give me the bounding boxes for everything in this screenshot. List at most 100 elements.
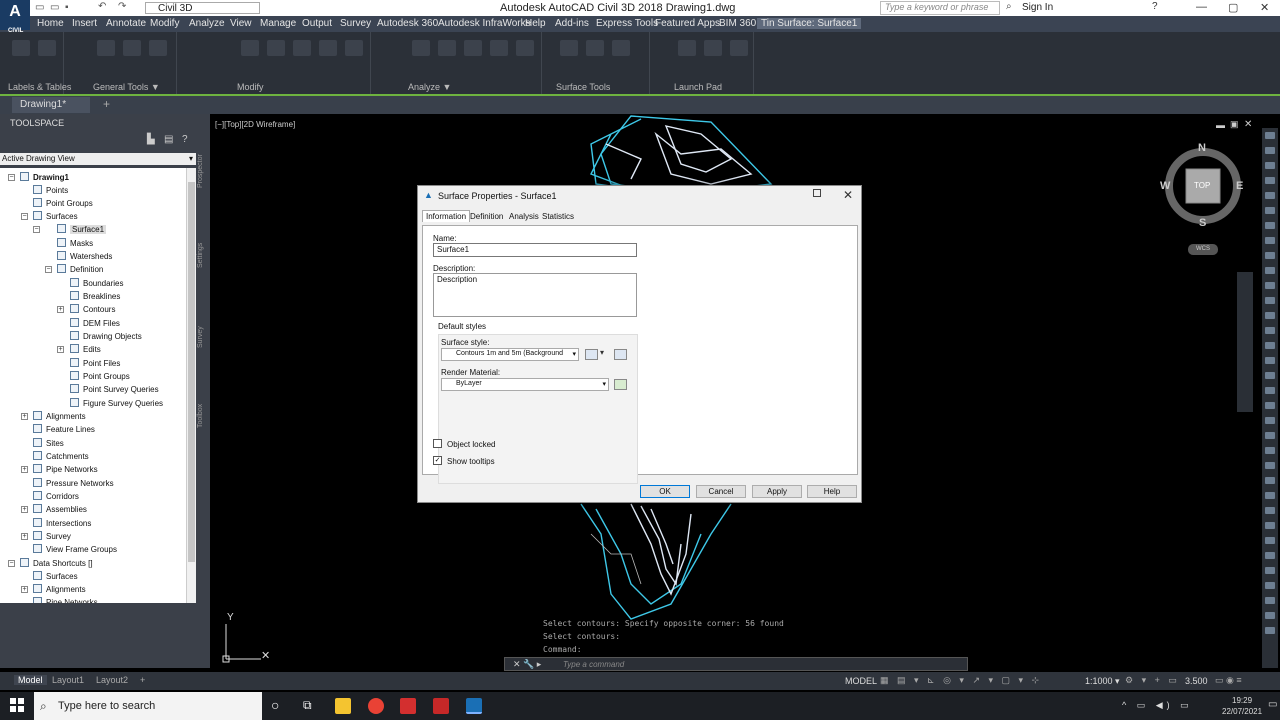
tab-autodesk-360[interactable]: Autodesk 360 — [377, 18, 438, 29]
ribbon-tool-icon[interactable] — [464, 40, 482, 56]
nav-tool-icon[interactable] — [1265, 222, 1275, 229]
tab-view[interactable]: View — [230, 18, 252, 29]
tree-item[interactable]: Point Files — [70, 358, 120, 370]
nav-tool-icon[interactable] — [1265, 297, 1275, 304]
render-material-dropdown[interactable]: ByLayer ▾ — [441, 378, 609, 391]
application-menu-button[interactable]: A CIVIL — [0, 0, 30, 34]
minimize-button[interactable]: — — [1196, 1, 1207, 13]
compass-west[interactable]: W — [1160, 180, 1170, 192]
nav-tool-icon[interactable] — [1265, 132, 1275, 139]
tab-analysis[interactable]: Analysis — [509, 212, 539, 224]
ribbon-tool-icon[interactable] — [490, 40, 508, 56]
tree-item[interactable]: DEM Files — [70, 318, 120, 330]
ribbon-panel-label[interactable]: Analyze ▼ — [408, 82, 451, 92]
tab-output[interactable]: Output — [302, 18, 332, 29]
nav-tool-icon[interactable] — [1265, 267, 1275, 274]
app-c-icon[interactable] — [400, 698, 416, 714]
object-locked-checkbox[interactable] — [433, 439, 442, 448]
ribbon-tool-icon[interactable] — [149, 40, 167, 56]
tab-insert[interactable]: Insert — [72, 18, 97, 29]
wcs-menu[interactable]: WCS — [1188, 244, 1218, 255]
tree-item[interactable]: Masks — [57, 238, 93, 250]
tab-add-ins[interactable]: Add-ins — [555, 18, 589, 29]
tab-help[interactable]: Help — [525, 18, 546, 29]
tree-item[interactable]: Breaklines — [70, 291, 120, 303]
ribbon-tool-icon[interactable] — [345, 40, 363, 56]
tab-featured-apps[interactable]: Featured Apps — [655, 18, 720, 29]
layout-tab-layout2[interactable]: Layout2 — [96, 675, 128, 685]
apply-button[interactable]: Apply — [752, 485, 802, 498]
search-icon[interactable]: ⌕ — [1006, 1, 1012, 12]
tree-item[interactable]: Figure Survey Queries — [70, 398, 163, 410]
tab-modify[interactable]: Modify — [150, 18, 179, 29]
surface-style-dropdown[interactable]: Contours 1m and 5m (Background ▾ — [441, 348, 579, 361]
system-tray-icons[interactable]: ^ ▭ ◀) ▭ — [1122, 700, 1193, 711]
tree-item[interactable]: Contours — [70, 304, 115, 316]
close-icon[interactable]: ✕ 🔧 ▸ — [513, 659, 541, 670]
tree-expander[interactable]: + — [57, 306, 64, 313]
ribbon-tool-icon[interactable] — [516, 40, 534, 56]
tab-manage[interactable]: Manage — [260, 18, 296, 29]
ok-button[interactable]: OK — [640, 485, 690, 498]
layout-tab-model[interactable]: Model — [14, 675, 47, 685]
tree-expander[interactable]: + — [21, 533, 28, 540]
help-icon[interactable]: ? — [1152, 1, 1158, 12]
tree-item[interactable]: Assemblies — [33, 504, 87, 516]
model-space-toggle[interactable]: MODEL — [845, 676, 877, 686]
ribbon-tool-icon[interactable] — [438, 40, 456, 56]
save-icon[interactable]: ▪ — [65, 2, 69, 13]
tree-item[interactable]: Boundaries — [70, 278, 123, 290]
nav-tool-icon[interactable] — [1265, 177, 1275, 184]
nav-tool-icon[interactable] — [1265, 477, 1275, 484]
ribbon-tool-icon[interactable] — [38, 40, 56, 56]
tree-expander[interactable]: − — [21, 213, 28, 220]
viewport-restore-icon[interactable]: ▣ — [1230, 119, 1239, 130]
taskbar-search-input[interactable]: Type here to search — [34, 692, 262, 720]
new-tab-icon[interactable]: + — [103, 97, 110, 111]
nav-tool-icon[interactable] — [1265, 417, 1275, 424]
help-search-input[interactable]: Type a keyword or phrase — [880, 1, 1000, 15]
tree-item[interactable]: Watersheds — [57, 251, 112, 263]
command-line[interactable]: ✕ 🔧 ▸ Type a command — [504, 657, 968, 671]
nav-tool-icon[interactable] — [1265, 402, 1275, 409]
ribbon-tool-icon[interactable] — [560, 40, 578, 56]
tree-item[interactable]: Corridors — [33, 491, 79, 503]
tab-information[interactable]: Information — [422, 210, 471, 222]
nav-tool-icon[interactable] — [1265, 372, 1275, 379]
workspace-dropdown[interactable]: Civil 3D — [145, 2, 260, 14]
vtab-prospector[interactable]: Prospector — [197, 154, 204, 188]
file-explorer-icon[interactable] — [335, 698, 351, 714]
compass-east[interactable]: E — [1236, 180, 1243, 192]
ribbon-tool-icon[interactable] — [586, 40, 604, 56]
nav-tool-icon[interactable] — [1265, 552, 1275, 559]
ribbon-tool-icon[interactable] — [241, 40, 259, 56]
nav-tool-icon[interactable] — [1265, 357, 1275, 364]
task-view-icon[interactable]: ⧉ — [303, 698, 312, 713]
nav-tool-icon[interactable] — [1265, 522, 1275, 529]
tree-expander[interactable]: + — [21, 586, 28, 593]
nav-tool-icon[interactable] — [1265, 312, 1275, 319]
tree-item[interactable]: Surface1 — [57, 224, 107, 236]
tree-item[interactable]: Alignments — [33, 584, 86, 596]
nav-tool-icon[interactable] — [1265, 282, 1275, 289]
undo-icon[interactable]: ↶ — [98, 1, 106, 12]
vtab-settings[interactable]: Settings — [197, 243, 204, 268]
ribbon-tool-icon[interactable] — [293, 40, 311, 56]
tab-home[interactable]: Home — [37, 18, 64, 29]
windows-start-icon[interactable] — [10, 698, 24, 712]
tree-scrollbar[interactable] — [186, 168, 196, 603]
viewcube[interactable]: N S E W TOP — [1158, 142, 1248, 232]
nav-tool-icon[interactable] — [1265, 147, 1275, 154]
hardware-icon[interactable]: ▭ ◉ ≡ — [1215, 675, 1242, 686]
ribbon-tool-icon[interactable] — [704, 40, 722, 56]
tree-item[interactable]: Drawing1 — [20, 172, 69, 184]
nav-tool-icon[interactable] — [1265, 387, 1275, 394]
cortana-icon[interactable]: ○ — [271, 697, 279, 713]
settings-icons[interactable]: ⚙ ▾ + ▭ — [1125, 675, 1180, 686]
nav-tool-icon[interactable] — [1265, 582, 1275, 589]
compass-north[interactable]: N — [1198, 142, 1206, 154]
tree-expander[interactable]: − — [8, 174, 15, 181]
tree-item[interactable]: Survey — [33, 531, 71, 543]
tab-definition[interactable]: Definition — [470, 212, 503, 224]
tab-express-tools[interactable]: Express Tools — [596, 18, 658, 29]
